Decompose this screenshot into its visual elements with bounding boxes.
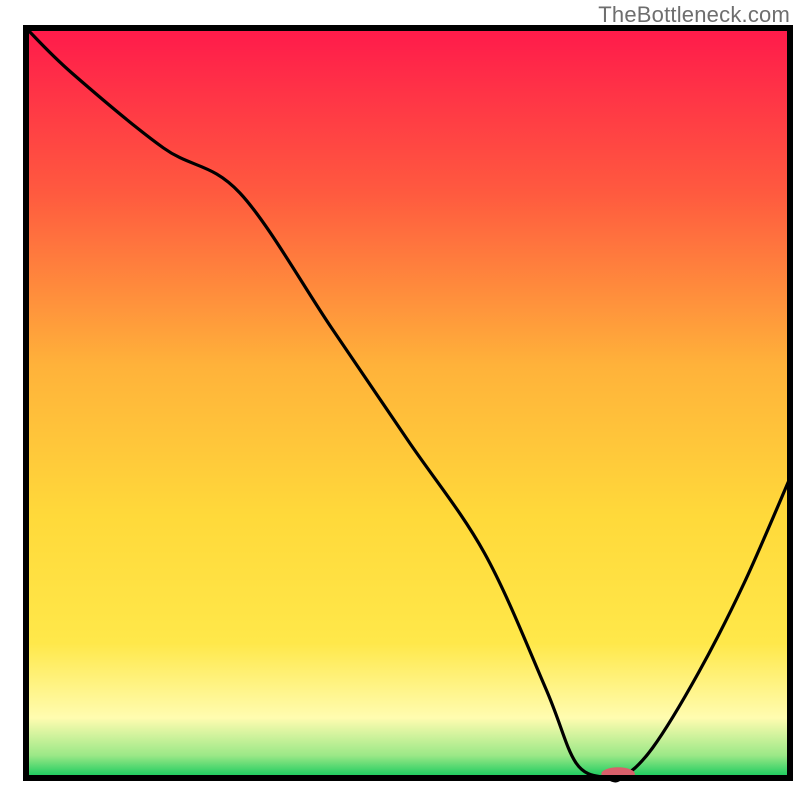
chart-container: TheBottleneck.com: [0, 0, 800, 800]
bottleneck-chart: [0, 0, 800, 800]
plot-background: [26, 28, 790, 778]
watermark-label: TheBottleneck.com: [598, 2, 790, 28]
